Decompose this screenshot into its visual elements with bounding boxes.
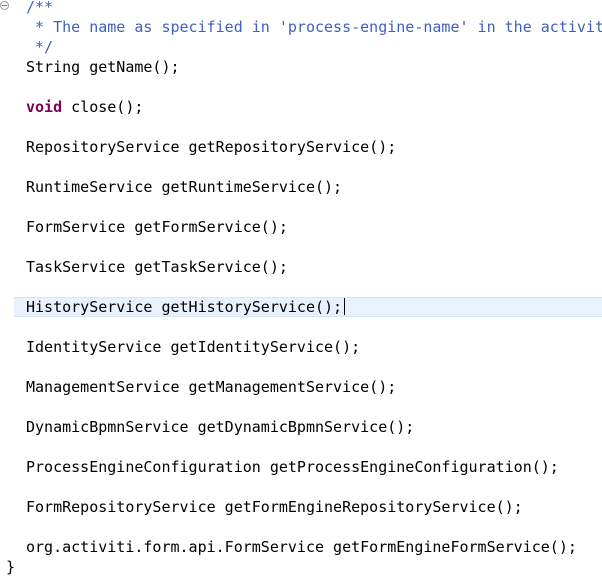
code-line-close[interactable]: void close(); (26, 97, 143, 117)
code-line-repository-service[interactable]: RepositoryService getRepositoryService()… (26, 137, 396, 157)
code-editor[interactable]: /** * The name as specified in 'process-… (26, 0, 602, 567)
closing-brace: } (6, 558, 16, 576)
code-line-get-name[interactable]: String getName(); (26, 57, 180, 77)
code-line-runtime-service[interactable]: RuntimeService getRuntimeService(); (26, 177, 342, 197)
code-line-history-service[interactable]: HistoryService getHistoryService(); (26, 297, 346, 317)
code-line-task-service[interactable]: TaskService getTaskService(); (26, 257, 288, 277)
code-line-dynamic-bpmn-service[interactable]: DynamicBpmnService getDynamicBpmnService… (26, 417, 414, 437)
void-keyword: void (26, 98, 63, 116)
code-line-process-engine-configuration[interactable]: ProcessEngineConfiguration getProcessEng… (26, 457, 559, 477)
code-line-identity-service[interactable]: IdentityService getIdentityService(); (26, 337, 360, 357)
code-line-form-service[interactable]: FormService getFormService(); (26, 217, 288, 237)
history-service-text: HistoryService getHistoryService(); (26, 298, 343, 316)
javadoc-comment-end: */ (26, 38, 54, 56)
code-line-management-service[interactable]: ManagementService getManagementService()… (26, 377, 396, 397)
javadoc-comment-start: /** (26, 0, 54, 16)
code-line-form-repository-service[interactable]: FormRepositoryService getFormEngineRepos… (26, 497, 523, 517)
javadoc-comment-body: * The name as specified in 'process-engi… (26, 18, 602, 36)
code-line-form-engine-form-service[interactable]: org.activiti.form.api.FormService getFor… (26, 537, 577, 557)
close-method: close(); (62, 98, 144, 116)
fold-collapse-icon[interactable] (0, 1, 9, 10)
text-caret (344, 298, 346, 315)
editor-gutter (0, 0, 14, 567)
